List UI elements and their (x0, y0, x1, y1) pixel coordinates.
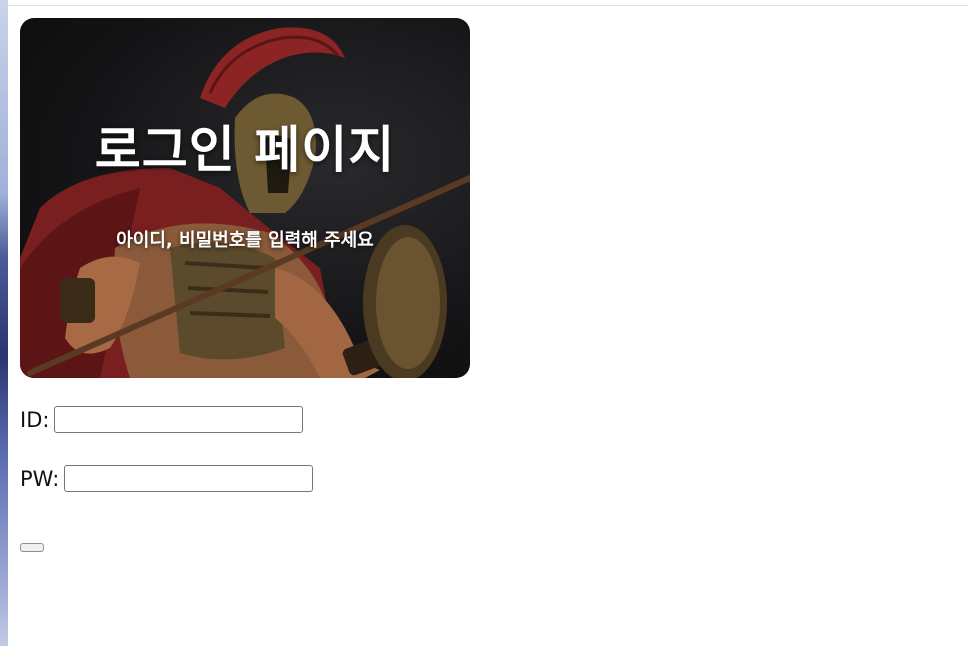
pw-label: PW: (20, 466, 60, 491)
id-label: ID: (20, 407, 50, 432)
pw-input[interactable] (64, 465, 314, 492)
warrior-image (20, 27, 470, 378)
page-title: 로그인 페이지 (94, 121, 396, 179)
hero-banner: 로그인 페이지 아이디, 비밀번호를 입력해 주세요 (20, 18, 470, 378)
submit-button[interactable] (20, 543, 44, 552)
background-window-edge (0, 0, 8, 646)
pw-row: PW: (20, 465, 314, 492)
top-divider (8, 5, 968, 6)
page-subtitle: 아이디, 비밀번호를 입력해 주세요 (116, 230, 374, 251)
id-row: ID: (20, 406, 304, 433)
id-input[interactable] (54, 406, 304, 433)
